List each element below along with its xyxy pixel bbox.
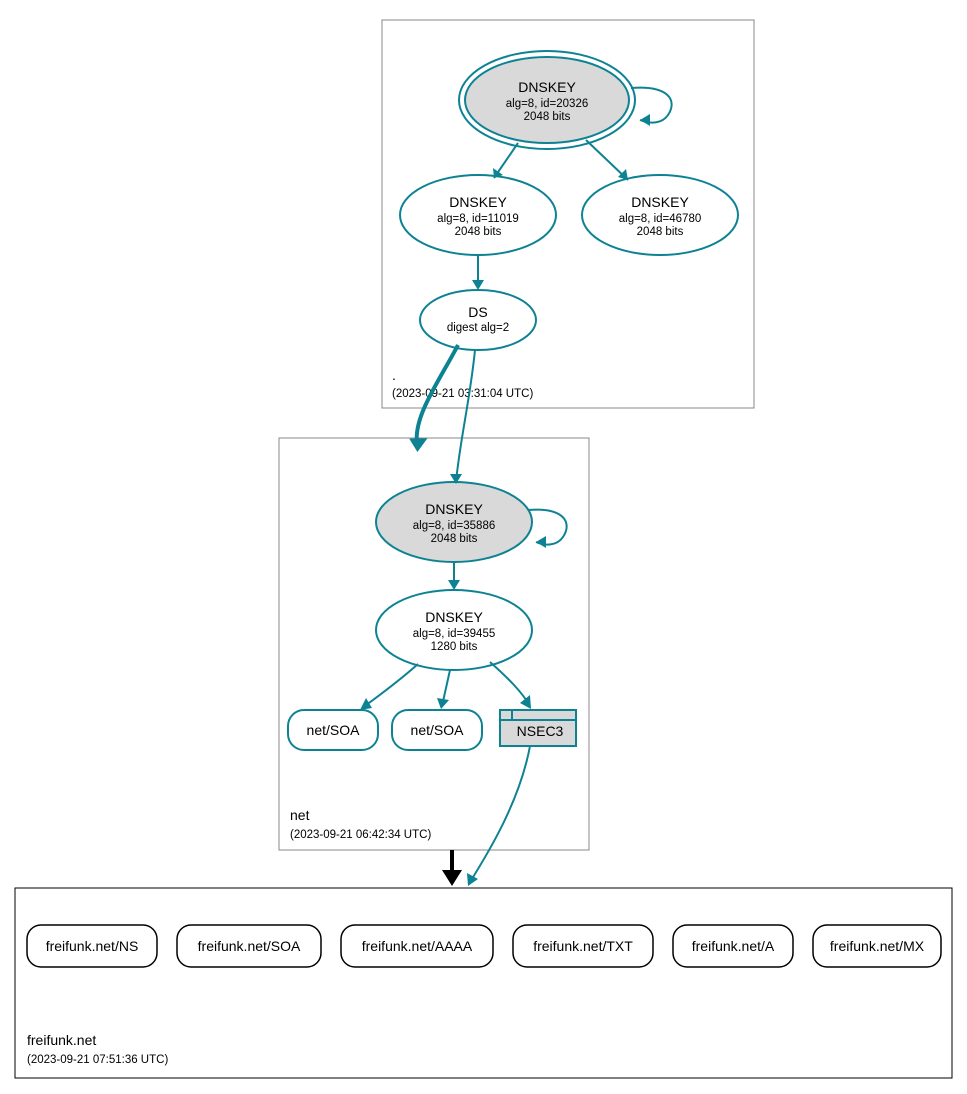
root-ksk-bits: 2048 bits bbox=[524, 111, 571, 123]
zone-root-label: . bbox=[392, 367, 396, 383]
net-soa-2: net/SOA bbox=[392, 710, 482, 750]
zone-net-label: net bbox=[290, 807, 310, 823]
root-zsk-46780: DNSKEY alg=8, id=46780 2048 bits bbox=[582, 175, 738, 255]
root-zsk-11019: DNSKEY alg=8, id=11019 2048 bits bbox=[400, 175, 556, 255]
leaf-3: freifunk.net/TXT bbox=[533, 938, 633, 954]
zone-leaf-ts: (2023-09-21 07:51:36 UTC) bbox=[27, 1054, 168, 1066]
root-ds-alg: digest alg=2 bbox=[447, 322, 509, 334]
leaf-record-aaaa: freifunk.net/AAAA bbox=[341, 925, 493, 967]
root-ksk: DNSKEY alg=8, id=20326 2048 bits bbox=[459, 51, 635, 149]
edge-net-zsk-nsec3 bbox=[490, 662, 530, 706]
leaf-1: freifunk.net/SOA bbox=[198, 938, 301, 954]
leaf-record-ns: freifunk.net/NS bbox=[27, 925, 157, 967]
zone-leaf-box bbox=[15, 888, 952, 1078]
leaf-0: freifunk.net/NS bbox=[46, 938, 139, 954]
net-ksk-title: DNSKEY bbox=[425, 501, 483, 517]
root-zsk2-title: DNSKEY bbox=[631, 194, 689, 210]
edge-net-zsk-soa1 bbox=[362, 664, 418, 708]
net-soa-1: net/SOA bbox=[288, 710, 378, 750]
root-zsk2-alg: alg=8, id=46780 bbox=[619, 213, 702, 225]
net-zsk-alg: alg=8, id=39455 bbox=[413, 628, 496, 640]
net-zsk-bits: 1280 bits bbox=[431, 641, 478, 653]
net-ksk: DNSKEY alg=8, id=35886 2048 bits bbox=[376, 482, 532, 562]
dnssec-diagram: DNSKEY alg=8, id=20326 2048 bits DNSKEY … bbox=[0, 0, 967, 1094]
leaf-2: freifunk.net/AAAA bbox=[362, 938, 473, 954]
root-zsk1-bits: 2048 bits bbox=[455, 226, 502, 238]
edge-root-ksk-self bbox=[631, 88, 672, 123]
zone-net-ts: (2023-09-21 06:42:34 UTC) bbox=[290, 829, 431, 841]
leaf-record-a: freifunk.net/A bbox=[673, 925, 793, 967]
leaf-record-txt: freifunk.net/TXT bbox=[513, 925, 653, 967]
leaf-record-mx: freifunk.net/MX bbox=[813, 925, 941, 967]
edge-root-ds-to-net-ksk bbox=[456, 350, 475, 482]
root-zsk1-alg: alg=8, id=11019 bbox=[437, 213, 519, 225]
net-ksk-bits: 2048 bits bbox=[431, 533, 478, 545]
root-ds: DS digest alg=2 bbox=[420, 290, 536, 350]
net-nsec3: NSEC3 bbox=[500, 710, 576, 746]
leaf-5: freifunk.net/MX bbox=[830, 938, 925, 954]
root-ksk-alg: alg=8, id=20326 bbox=[506, 98, 589, 110]
net-soa-1-label: net/SOA bbox=[307, 722, 361, 738]
root-ksk-title: DNSKEY bbox=[518, 79, 576, 95]
leaf-record-soa: freifunk.net/SOA bbox=[177, 925, 321, 967]
edge-net-ksk-self bbox=[528, 510, 567, 545]
net-nsec3-label: NSEC3 bbox=[517, 723, 564, 739]
root-ds-title: DS bbox=[468, 304, 487, 320]
net-zsk: DNSKEY alg=8, id=39455 1280 bits bbox=[376, 590, 532, 670]
net-soa-2-label: net/SOA bbox=[411, 722, 465, 738]
net-ksk-alg: alg=8, id=35886 bbox=[413, 520, 496, 532]
root-zsk2-bits: 2048 bits bbox=[637, 226, 684, 238]
zone-root-ts: (2023-09-21 03:31:04 UTC) bbox=[392, 388, 533, 400]
edge-nsec3-to-leaf bbox=[470, 746, 530, 882]
zone-leaf-label: freifunk.net bbox=[27, 1032, 96, 1048]
leaf-4: freifunk.net/A bbox=[692, 938, 775, 954]
root-zsk1-title: DNSKEY bbox=[449, 194, 507, 210]
net-zsk-title: DNSKEY bbox=[425, 609, 483, 625]
